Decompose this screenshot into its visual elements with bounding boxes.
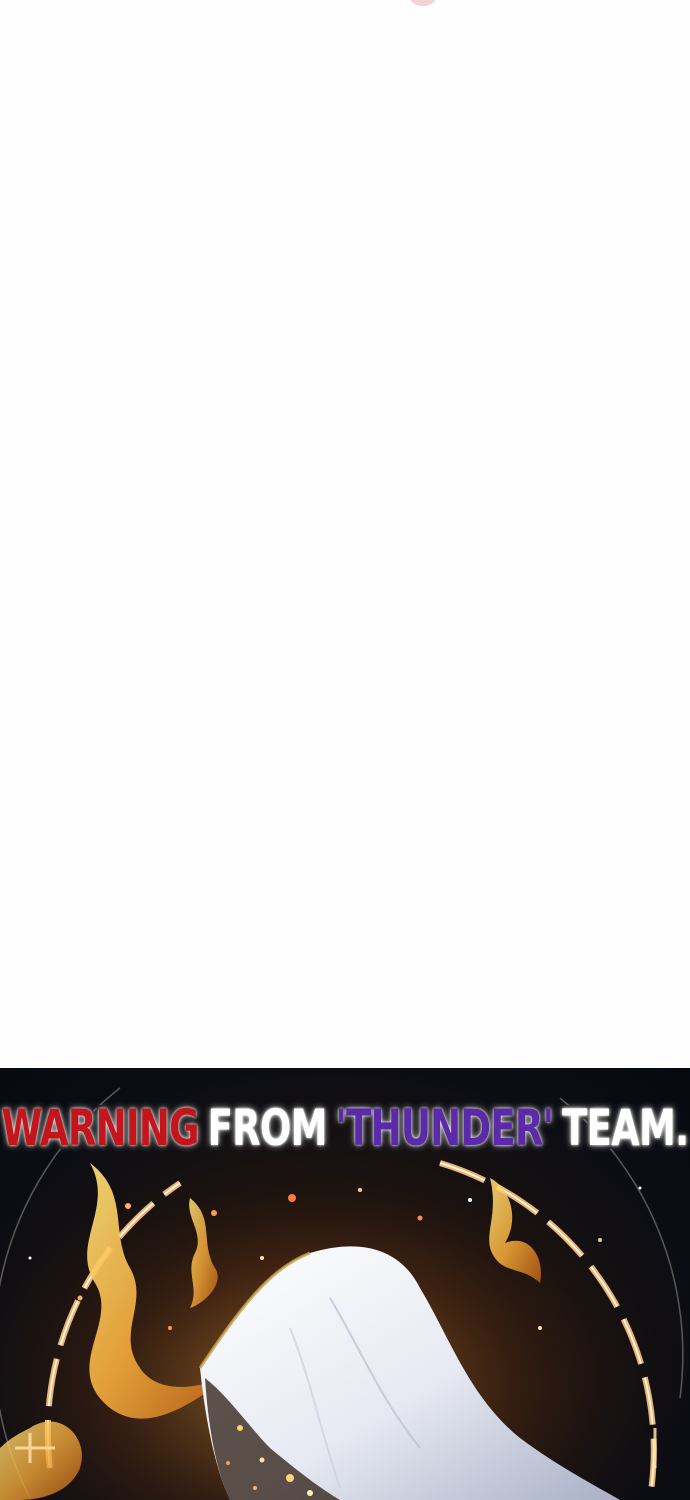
banner-word-warning: WARNING xyxy=(0,1096,202,1161)
warning-banner: WARNING FROM 'THUNDER' TEAM. xyxy=(0,1088,690,1168)
banner-word-from: FROM xyxy=(205,1096,330,1161)
webtoon-page: WARNING FROM 'THUNDER' TEAM. xyxy=(0,0,690,1500)
previous-panel-edge xyxy=(408,0,438,6)
banner-word-team: TEAM. xyxy=(560,1096,690,1161)
banner-word-thunder: 'THUNDER' xyxy=(333,1096,557,1161)
blank-panel-space xyxy=(0,0,690,1068)
